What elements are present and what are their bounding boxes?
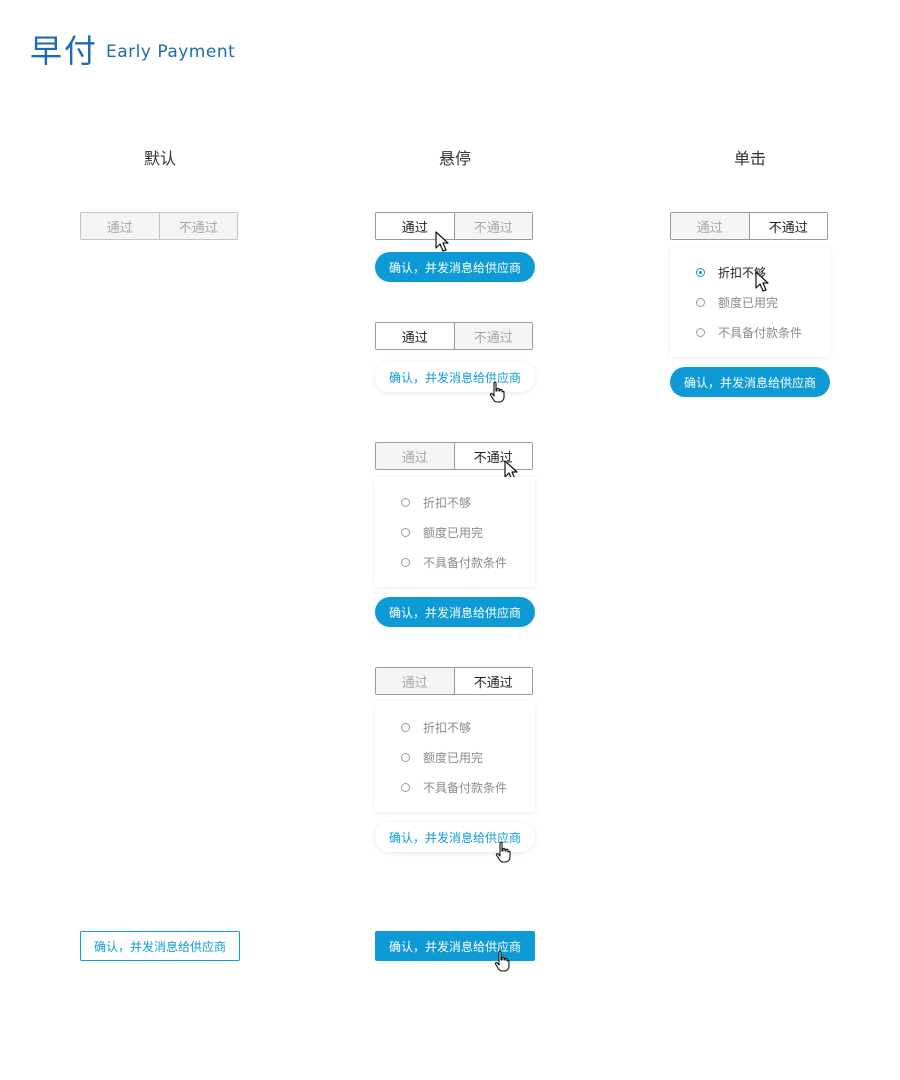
fail-option[interactable]: 不通过 [748,213,827,239]
arrow-cursor-icon [755,271,769,292]
radio-icon[interactable] [696,297,705,307]
confirm-button-pill[interactable]: 确认，并发消息给供应商 [670,367,830,397]
reason-option[interactable]: 折扣不够 [375,712,535,742]
reason-label: 不具备付款条件 [423,555,508,570]
radio-icon[interactable] [401,497,410,507]
pass-option[interactable]: 通过 [671,213,749,239]
column-header-click: 单击 [733,149,766,168]
reason-panel: 折扣不够 额度已用完 不具备付款条件 [670,247,830,357]
confirm-button-pill-hover[interactable]: 确认，并发消息给供应商 [375,822,535,852]
pass-option[interactable]: 通过 [81,213,159,239]
pass-option[interactable]: 通过 [376,668,454,694]
column-header-hover: 悬停 [438,149,471,168]
reason-option-selected[interactable]: 折扣不够 [670,257,830,287]
fail-option[interactable]: 不通过 [453,443,532,469]
arrow-cursor-icon [435,231,449,252]
reason-option[interactable]: 不具备付款条件 [375,772,535,802]
pass-fail-toggle[interactable]: 通过 不通过 [375,667,533,695]
confirm-button-pill[interactable]: 确认，并发消息给供应商 [375,252,535,282]
radio-icon[interactable] [401,752,410,762]
reason-option[interactable]: 额度已用完 [670,287,830,317]
page-title: 早付 [30,32,99,70]
reason-option[interactable]: 折扣不够 [375,487,535,517]
radio-icon[interactable] [401,557,410,567]
confirm-button-pill-hover[interactable]: 确认，并发消息给供应商 [375,362,535,392]
reason-option[interactable]: 不具备付款条件 [375,547,535,577]
radio-icon[interactable] [696,327,705,337]
fail-option[interactable]: 不通过 [453,323,532,349]
fail-option[interactable]: 不通过 [158,213,237,239]
reason-label: 额度已用完 [423,525,484,540]
column-header-default: 默认 [143,149,176,168]
radio-icon[interactable] [401,722,410,732]
reason-label: 不具备付款条件 [718,325,803,340]
reason-panel: 折扣不够 额度已用完 不具备付款条件 [375,702,535,812]
reason-option[interactable]: 不具备付款条件 [670,317,830,347]
fail-option[interactable]: 不通过 [453,668,532,694]
hand-cursor-icon [494,950,510,972]
reason-label: 折扣不够 [423,495,472,510]
reason-label: 不具备付款条件 [423,780,508,795]
pass-fail-toggle[interactable]: 通过 不通过 [375,322,533,350]
reason-option[interactable]: 额度已用完 [375,517,535,547]
reason-option[interactable]: 额度已用完 [375,742,535,772]
reason-label: 额度已用完 [423,750,484,765]
pass-option[interactable]: 通过 [376,323,454,349]
radio-checked-icon[interactable] [696,267,705,277]
confirm-button-pill[interactable]: 确认，并发消息给供应商 [375,597,535,627]
page-subtitle: Early Payment [106,42,236,62]
confirm-button-default[interactable]: 确认，并发消息给供应商 [80,931,240,961]
confirm-button-hover[interactable]: 确认，并发消息给供应商 [375,931,535,961]
reason-panel: 折扣不够 额度已用完 不具备付款条件 [375,477,535,587]
pass-fail-toggle-clicked[interactable]: 通过 不通过 [670,212,828,240]
reason-label: 折扣不够 [423,720,472,735]
reason-label: 额度已用完 [718,295,779,310]
radio-icon[interactable] [401,527,410,537]
fail-option[interactable]: 不通过 [453,213,532,239]
radio-icon[interactable] [401,782,410,792]
pass-fail-toggle-hover-pass[interactable]: 通过 不通过 [375,212,533,240]
hand-cursor-icon [489,381,505,403]
hand-cursor-icon [495,841,511,863]
pass-fail-toggle-default[interactable]: 通过 不通过 [80,212,238,240]
pass-option[interactable]: 通过 [376,443,454,469]
